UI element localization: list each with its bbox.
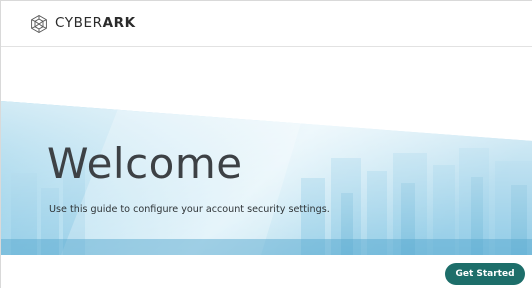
cyberark-hexagon-logo-icon [31,14,47,34]
welcome-title: Welcome [47,139,243,188]
get-started-button[interactable]: Get Started [445,263,525,285]
cyberark-logo: CYBERARK [29,13,136,35]
top-header: CYBERARK [1,1,532,47]
welcome-subtitle: Use this guide to configure your account… [49,204,330,215]
welcome-page: CYBERARK Welcome Use this guide to confi… [0,0,532,288]
brand-name-bold: ARK [102,15,136,32]
brand-name: CYBERARK [55,17,136,31]
brand-name-light: CYBER [55,15,103,32]
